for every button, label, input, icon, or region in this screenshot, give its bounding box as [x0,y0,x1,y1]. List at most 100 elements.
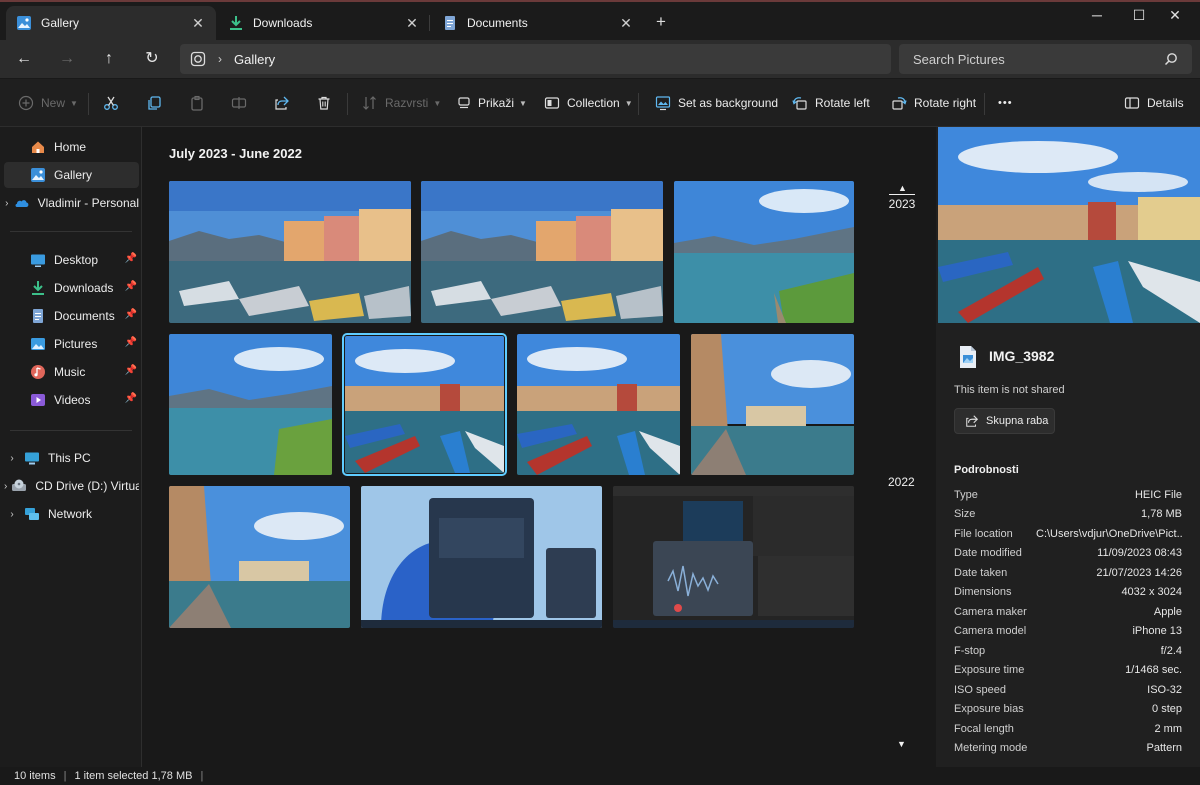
property-value: ISO-32 [1147,684,1182,696]
sidebar-item-this-pc[interactable]: › This PC [4,445,139,471]
paste-button[interactable] [189,79,205,127]
tab-downloads[interactable]: Downloads ✕ [218,6,430,40]
sidebar-item-network[interactable]: › Network [4,501,139,527]
screenshot-thumbnail[interactable] [361,486,602,628]
scroll-down-icon[interactable]: ▼ [897,739,906,749]
sidebar-item-label: Network [48,507,93,521]
year-indicator [889,194,915,195]
up-button[interactable]: ↑ [97,48,121,70]
file-explorer-window: Gallery ✕ Downloads ✕ Documents ✕ + ─ ☐ … [0,0,1200,785]
scroll-up-icon[interactable]: ▲ [898,183,907,193]
share-button[interactable]: Skupna raba [954,408,1055,434]
sidebar-item-pictures[interactable]: Pictures 📌 [4,331,139,357]
year-marker-current[interactable]: 2023 [887,194,917,211]
chevron-right-icon[interactable]: › [4,198,10,209]
photo-thumbnail[interactable] [421,181,663,323]
photo-thumbnail[interactable] [691,334,854,475]
sidebar-item-gallery[interactable]: Gallery [4,162,139,188]
chevron-right-icon[interactable]: › [4,481,7,492]
sidebar-item-home[interactable]: Home [4,134,139,160]
rename-button[interactable] [231,79,247,127]
pin-icon[interactable]: 📌 [125,393,137,404]
copy-button[interactable] [146,79,162,127]
tab-documents[interactable]: Documents ✕ [432,6,644,40]
status-bar: 10 items | 1 item selected 1,78 MB | [0,767,1200,785]
pin-icon[interactable]: 📌 [125,281,137,292]
lake-photo-image [674,181,854,323]
view-button[interactable]: Prikaži ▼ [457,79,527,127]
year-marker[interactable]: 2022 [888,475,915,489]
tab-label: Documents [467,16,528,30]
document-icon [445,16,455,30]
property-key: Camera maker [954,606,1027,618]
minimize-button[interactable]: ─ [1080,4,1114,26]
maximize-button[interactable]: ☐ [1122,4,1156,26]
sort-button[interactable]: Razvrsti ▼ [362,79,441,127]
sidebar-item-videos[interactable]: Videos 📌 [4,387,139,413]
new-tab-button[interactable]: + [656,12,666,32]
share-button[interactable] [274,79,290,127]
gallery-icon [17,16,31,30]
breadcrumb[interactable]: Gallery [234,52,275,67]
rotate-left-button[interactable]: Rotate left [792,79,870,127]
pin-icon[interactable]: 📌 [125,365,137,376]
tab-divider [429,15,430,31]
property-value: HEIC File [1134,489,1182,501]
address-bar[interactable]: › Gallery [180,44,891,74]
new-label: New [41,96,66,110]
pin-icon[interactable]: 📌 [125,337,137,348]
property-value: 2 mm [1154,723,1183,735]
close-icon[interactable]: ✕ [404,15,420,32]
search-icon[interactable] [1164,52,1178,66]
tab-gallery[interactable]: Gallery ✕ [6,6,216,40]
property-row: Date modified 11/09/2023 08:43 [954,547,1182,565]
chevron-right-icon[interactable]: › [4,453,20,464]
sidebar-item-downloads[interactable]: Downloads 📌 [4,275,139,301]
photo-thumbnail[interactable] [517,334,680,475]
photo-thumbnail-selected[interactable] [342,333,507,476]
search-box[interactable] [899,44,1192,74]
chevron-right-icon[interactable]: › [218,52,222,66]
close-icon[interactable]: ✕ [190,15,206,32]
sidebar-item-music[interactable]: Music 📌 [4,359,139,385]
chevron-right-icon[interactable]: › [4,509,20,520]
set-as-background-button[interactable]: Set as background [655,79,778,127]
sidebar-item-desktop[interactable]: Desktop 📌 [4,247,139,273]
property-row: Type HEIC File [954,489,1182,507]
property-row: File location C:\Users\vdjur\OneDrive\Pic… [954,528,1182,546]
photo-thumbnail[interactable] [169,486,350,628]
property-key: Focal length [954,723,1014,735]
photo-thumbnail[interactable] [169,334,332,475]
close-icon[interactable]: ✕ [618,15,634,32]
sidebar-item-label: Downloads [54,281,114,295]
back-button[interactable]: ← [12,48,36,70]
close-window-button[interactable]: ✕ [1158,4,1192,26]
photo-thumbnail[interactable] [674,181,854,323]
sidebar-item-onedrive[interactable]: › Vladimir - Personal [4,190,139,216]
rotate-right-button[interactable]: Rotate right [891,79,976,127]
refresh-button[interactable]: ↻ [140,48,164,70]
sidebar-item-label: Vladimir - Personal [37,196,139,210]
details-button[interactable]: Details [1124,79,1184,127]
property-row: Exposure bias 0 step [954,703,1182,721]
screenshot-thumbnail[interactable] [613,486,854,628]
sidebar-item-cd-drive[interactable]: › CD Drive (D:) Virtua [4,473,139,499]
command-bar: New ▼ Razvrsti ▼ Prikaži ▼ Collection ▼ … [0,79,1200,127]
property-value: f/2.4 [1160,645,1182,657]
pin-icon[interactable]: 📌 [125,309,137,320]
pin-icon[interactable]: 📌 [125,253,137,264]
cut-button[interactable] [103,79,119,127]
property-value: Pattern [1146,742,1182,754]
collection-button[interactable]: Collection ▼ [544,79,633,127]
new-button[interactable]: New ▼ [18,79,78,127]
delete-button[interactable] [316,79,332,127]
copy-icon [148,96,161,110]
property-key: Dimensions [954,586,1012,598]
more-options-button[interactable]: ••• [998,79,1013,127]
divider [10,231,132,232]
sidebar-item-documents[interactable]: Documents 📌 [4,303,139,329]
search-input[interactable] [911,50,1165,68]
photo-thumbnail[interactable] [169,181,411,323]
forward-button[interactable]: → [55,48,79,70]
scissors-icon [104,96,118,110]
